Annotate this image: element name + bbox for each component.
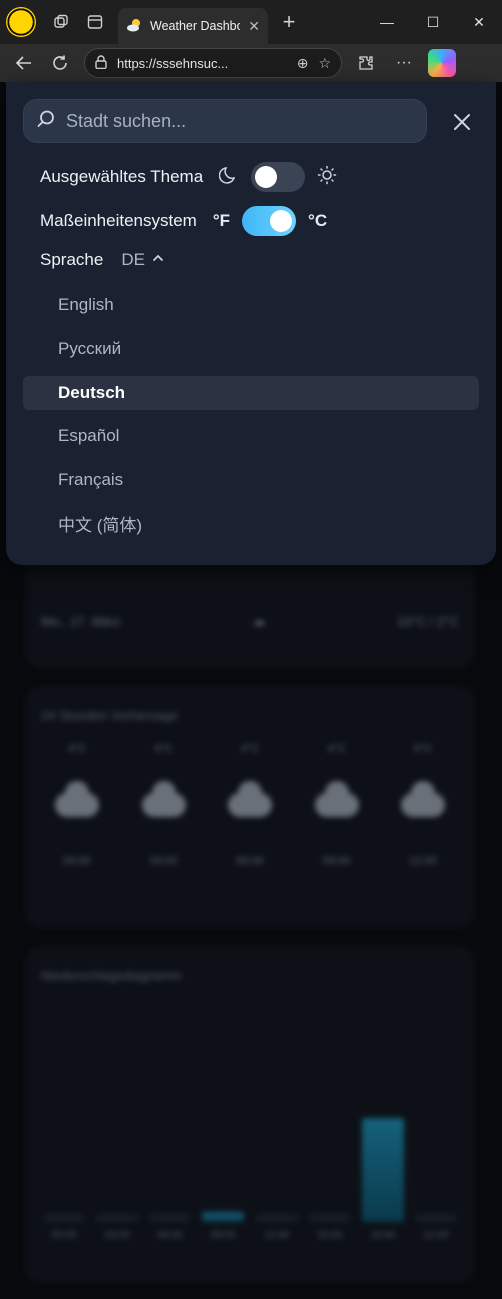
bg-hourly-card: 24 Stunden Vorhersage 4°C 00:00 4°C 03:00 … — [26, 687, 474, 927]
language-code: DE — [121, 250, 145, 269]
search-icon — [36, 109, 56, 134]
address-bar-row: https://sssehnsuc... ⊕ ☆ ··· — [0, 44, 502, 82]
language-option-chinese[interactable]: 中文 (简体) — [23, 507, 479, 541]
copilot-icon[interactable] — [428, 49, 456, 77]
extensions-icon[interactable] — [352, 49, 380, 77]
language-option-russian[interactable]: Русский — [23, 332, 479, 366]
language-option-french[interactable]: Français — [23, 463, 479, 497]
theme-label: Ausgewähltes Thema — [40, 167, 204, 186]
language-option-spanish[interactable]: Español — [23, 419, 479, 453]
theme-setting-row: Ausgewähltes Thema — [40, 162, 337, 192]
favorite-star-icon[interactable]: ☆ — [318, 55, 331, 72]
units-setting-row: Maßeinheitensystem °F °C — [40, 206, 327, 236]
language-dropdown[interactable]: DE — [121, 250, 165, 270]
new-tab-button[interactable]: + — [274, 9, 304, 35]
close-panel-button[interactable] — [446, 106, 478, 138]
maximize-icon[interactable]: ☐ — [410, 0, 456, 44]
unit-fahrenheit-label: °F — [212, 211, 231, 230]
window-controls: — ☐ ✕ — [364, 0, 502, 44]
bg-precipitation-card: Niederschlagsdiagramm 00:00 03:00 06:00 … — [26, 947, 474, 1282]
window-close-icon[interactable]: ✕ — [456, 0, 502, 44]
language-option-german[interactable]: Deutsch — [23, 375, 479, 410]
unit-celsius-label: °C — [308, 211, 328, 230]
tab-title: Weather Dashbo — [150, 19, 241, 33]
weather-favicon-icon — [126, 17, 142, 36]
moon-icon — [218, 165, 239, 190]
minimize-icon[interactable]: — — [364, 0, 410, 44]
settings-panel: Ausgewähltes Thema Maßeinheitensystem °F… — [6, 82, 496, 565]
units-toggle[interactable] — [242, 206, 297, 236]
theme-toggle[interactable] — [251, 162, 306, 192]
browser-tab-bar: Weather Dashbo ✕ + — ☐ ✕ — [0, 0, 502, 44]
url-text: https://sssehnsuc... — [117, 55, 229, 71]
workspaces-icon[interactable] — [44, 5, 78, 39]
tab-actions-icon[interactable] — [78, 5, 112, 39]
chevron-up-icon — [151, 250, 165, 270]
tab-close-icon[interactable]: ✕ — [248, 18, 260, 35]
url-field[interactable]: https://sssehnsuc... ⊕ ☆ — [84, 48, 342, 78]
language-list: English Русский Deutsch Español Français… — [23, 288, 479, 551]
lock-icon[interactable] — [95, 54, 107, 72]
units-label: Maßeinheitensystem — [40, 211, 197, 230]
sun-icon — [317, 165, 337, 190]
language-label: Sprache — [40, 250, 104, 269]
back-button[interactable] — [6, 48, 42, 78]
language-setting-row: Sprache DE — [40, 250, 165, 270]
zoom-icon[interactable]: ⊕ — [297, 55, 309, 72]
city-search-box[interactable] — [23, 99, 427, 143]
language-option-english[interactable]: English — [23, 288, 479, 322]
close-icon — [454, 114, 470, 130]
reload-button[interactable] — [42, 48, 78, 78]
tab-weather-dashboard[interactable]: Weather Dashbo ✕ — [118, 8, 268, 44]
city-search-input[interactable] — [66, 110, 414, 132]
more-menu-icon[interactable]: ··· — [390, 49, 418, 77]
profile-avatar[interactable] — [6, 7, 36, 37]
